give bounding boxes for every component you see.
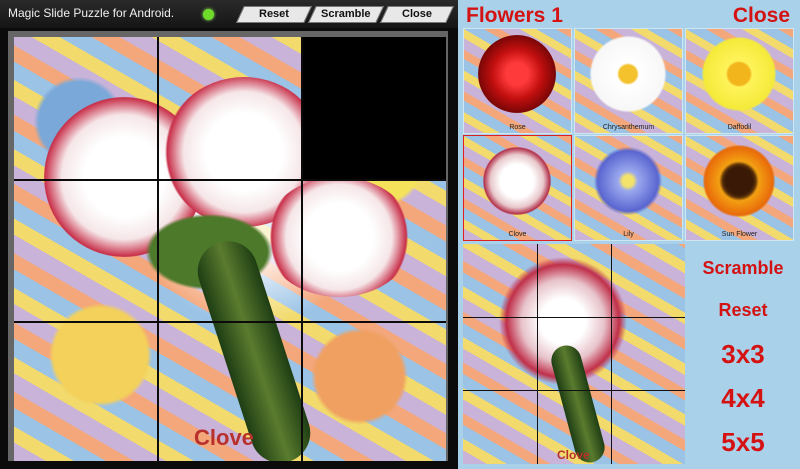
rose-image	[478, 35, 556, 113]
title-bar: Magic Slide Puzzle for Android. Reset Sc…	[0, 0, 458, 28]
thumbnail-label: Daffodil	[727, 124, 752, 131]
puzzle-image-flower	[264, 177, 414, 297]
thumbnail-label: Sun Flower	[721, 231, 758, 238]
panel-close-button[interactable]: Close	[733, 4, 790, 28]
tile-divider	[301, 37, 303, 461]
thumbnail-lily[interactable]: Lily	[574, 135, 683, 241]
empty-tile	[302, 37, 446, 179]
puzzle-caption: Clove	[194, 425, 254, 450]
panel-title: Flowers 1	[466, 4, 563, 27]
puzzle-board-frame: Clove	[8, 31, 448, 461]
thumbnail-sunflower[interactable]: Sun Flower	[685, 135, 794, 241]
lily-image	[589, 142, 667, 220]
thumbnail-label: Rose	[509, 124, 526, 131]
thumbnail-label: Chrysanthemum	[602, 124, 655, 131]
thumbnail-chrysanthemum[interactable]: Chrysanthemum	[574, 28, 683, 134]
thumbnail-daffodil[interactable]: Daffodil	[685, 28, 794, 134]
tile-divider	[14, 321, 446, 323]
puzzle-preview: Clove	[463, 244, 685, 464]
app-title: Magic Slide Puzzle for Android.	[8, 6, 175, 20]
puzzle-board[interactable]: Clove	[14, 37, 446, 461]
sunflower-image	[700, 142, 778, 220]
thumbnail-label: Lily	[623, 231, 634, 238]
preview-divider	[463, 317, 685, 318]
thumbnail-label: Clove	[508, 231, 527, 238]
reset-button[interactable]: Reset	[689, 292, 797, 328]
thumbnail-rose[interactable]: Rose	[463, 28, 572, 134]
preview-divider	[611, 244, 612, 464]
thumbnail-clove[interactable]: Clove	[463, 135, 572, 241]
grid-4x4-button[interactable]: 4x4	[689, 378, 797, 418]
grid-5x5-button[interactable]: 5x5	[689, 422, 797, 462]
grid-3x3-button[interactable]: 3x3	[689, 334, 797, 374]
top-reset-button[interactable]: Reset	[236, 6, 312, 23]
preview-caption: Clove	[557, 448, 590, 462]
top-close-button[interactable]: Close	[380, 6, 454, 23]
preview-divider	[537, 244, 538, 464]
tile-divider	[157, 37, 159, 461]
clove-image	[478, 142, 556, 220]
daffodil-image	[700, 35, 778, 113]
chrysanthemum-image	[589, 35, 667, 113]
preview-divider	[463, 390, 685, 391]
top-scramble-button[interactable]: Scramble	[308, 6, 384, 23]
tile-divider	[14, 179, 446, 181]
scramble-button[interactable]: Scramble	[689, 250, 797, 286]
preview-stem	[547, 342, 609, 464]
status-indicator-icon	[203, 9, 214, 20]
